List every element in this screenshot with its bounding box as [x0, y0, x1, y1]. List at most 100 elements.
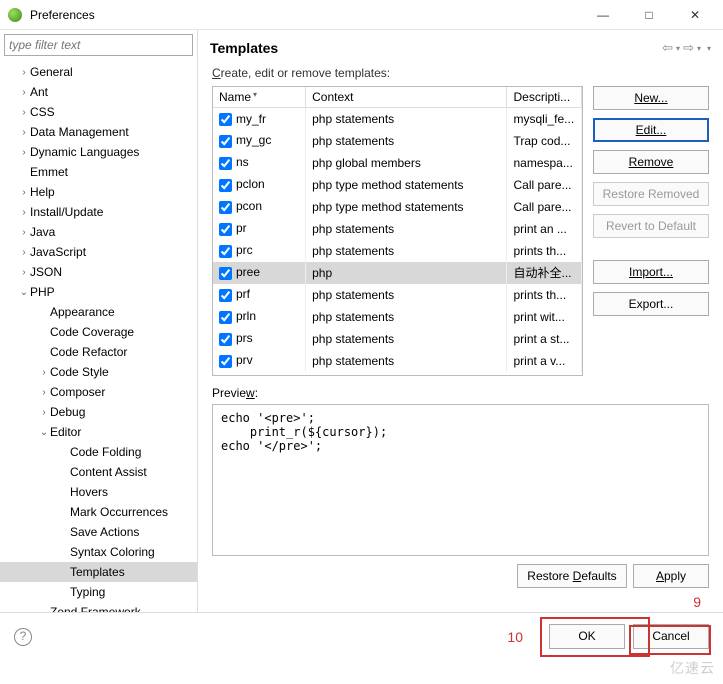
tree-label: General	[30, 65, 73, 79]
tree-label: PHP	[30, 285, 55, 299]
row-checkbox[interactable]	[219, 135, 232, 148]
cell-context: php statements	[306, 130, 507, 152]
minimize-icon[interactable]: —	[589, 8, 617, 22]
tree-item[interactable]: Typing	[0, 582, 197, 602]
tree-item[interactable]: ›Dynamic Languages	[0, 142, 197, 162]
filter-input[interactable]	[4, 34, 193, 56]
cell-desc: prints th...	[507, 284, 582, 306]
apply-button[interactable]: Apply	[633, 564, 709, 588]
tree-item[interactable]: ›Data Management	[0, 122, 197, 142]
row-checkbox[interactable]	[219, 289, 232, 302]
tree-item[interactable]: Code Refactor	[0, 342, 197, 362]
col-name[interactable]: Name▾	[213, 87, 306, 108]
col-context[interactable]: Context	[306, 87, 507, 108]
preferences-tree[interactable]: ›General›Ant›CSS›Data Management›Dynamic…	[0, 60, 197, 612]
tree-label: Code Style	[50, 365, 109, 379]
table-row[interactable]: prvphp statementsprint a v...	[213, 350, 582, 372]
row-checkbox[interactable]	[219, 223, 232, 236]
row-checkbox[interactable]	[219, 267, 232, 280]
tree-item[interactable]: ⌄Editor	[0, 422, 197, 442]
tree-item[interactable]: ›Code Style	[0, 362, 197, 382]
tree-item[interactable]: Hovers	[0, 482, 197, 502]
remove-button[interactable]: Remove	[593, 150, 709, 174]
col-desc[interactable]: Descripti...	[507, 87, 582, 108]
table-row[interactable]: nsphp global membersnamespa...	[213, 152, 582, 174]
cell-name: pree	[236, 265, 260, 279]
tree-item[interactable]: ›JavaScript	[0, 242, 197, 262]
close-icon[interactable]: ✕	[681, 8, 709, 22]
tree-item[interactable]: ›Help	[0, 182, 197, 202]
twisty-icon: ›	[18, 87, 30, 98]
row-checkbox[interactable]	[219, 201, 232, 214]
export-button[interactable]: Export...	[593, 292, 709, 316]
import-button[interactable]: Import...	[593, 260, 709, 284]
ok-button[interactable]: OK	[549, 624, 625, 649]
tree-label: Appearance	[50, 305, 115, 319]
table-row[interactable]: prcphp statementsprints th...	[213, 240, 582, 262]
table-row[interactable]: my_frphp statementsmysqli_fe...	[213, 108, 582, 130]
table-row[interactable]: prlnphp statementsprint wit...	[213, 306, 582, 328]
tree-item[interactable]: ›Ant	[0, 82, 197, 102]
table-row[interactable]: pclonphp type method statementsCall pare…	[213, 174, 582, 196]
tree-label: Code Coverage	[50, 325, 134, 339]
cell-name: my_fr	[236, 112, 266, 126]
cell-context: php type method statements	[306, 174, 507, 196]
row-checkbox[interactable]	[219, 157, 232, 170]
maximize-icon[interactable]: □	[635, 8, 663, 22]
tree-item[interactable]: ›General	[0, 62, 197, 82]
tree-item[interactable]: ›Install/Update	[0, 202, 197, 222]
new-button[interactable]: New...	[593, 86, 709, 110]
cancel-button[interactable]: Cancel	[633, 624, 709, 649]
table-row[interactable]: prfphp statementsprints th...	[213, 284, 582, 306]
table-row[interactable]: prsphp statementsprint a st...	[213, 328, 582, 350]
back-icon[interactable]: ⇦	[662, 40, 673, 56]
tree-label: Dynamic Languages	[30, 145, 139, 159]
twisty-icon: ›	[18, 127, 30, 138]
tree-item[interactable]: Save Actions	[0, 522, 197, 542]
cell-name: prv	[236, 353, 253, 367]
tree-item[interactable]: Templates	[0, 562, 197, 582]
app-icon	[8, 8, 22, 22]
edit-button[interactable]: Edit...	[593, 118, 709, 142]
tree-item[interactable]: Mark Occurrences	[0, 502, 197, 522]
cell-context: php	[306, 262, 507, 284]
row-checkbox[interactable]	[219, 113, 232, 126]
table-row[interactable]: pconphp type method statementsCall pare.…	[213, 196, 582, 218]
table-row[interactable]: prphp statementsprint an ...	[213, 218, 582, 240]
row-checkbox[interactable]	[219, 355, 232, 368]
cell-desc: prints th...	[507, 240, 582, 262]
menu-icon[interactable]: ▾	[707, 44, 711, 53]
tree-item[interactable]: ›Composer	[0, 382, 197, 402]
tree-label: Data Management	[30, 125, 129, 139]
forward-icon[interactable]: ⇨	[683, 40, 694, 56]
row-checkbox[interactable]	[219, 311, 232, 324]
row-checkbox[interactable]	[219, 245, 232, 258]
twisty-icon: ›	[18, 67, 30, 78]
tree-item[interactable]: ›JSON	[0, 262, 197, 282]
tree-label: Install/Update	[30, 205, 103, 219]
table-row[interactable]: my_gcphp statementsTrap cod...	[213, 130, 582, 152]
templates-table[interactable]: Name▾ Context Descripti... my_frphp stat…	[212, 86, 583, 376]
row-checkbox[interactable]	[219, 333, 232, 346]
section-label: Create, edit or remove templates:	[198, 66, 723, 80]
tree-item[interactable]: ›CSS	[0, 102, 197, 122]
tree-item[interactable]: ⌄PHP	[0, 282, 197, 302]
tree-item[interactable]: ›Debug	[0, 402, 197, 422]
tree-item[interactable]: Content Assist	[0, 462, 197, 482]
tree-item[interactable]: Code Coverage	[0, 322, 197, 342]
title-bar: Preferences — □ ✕	[0, 0, 723, 30]
restore-defaults-button[interactable]: Restore Defaults	[517, 564, 627, 588]
back-menu-icon[interactable]: ▾	[676, 44, 680, 53]
help-icon[interactable]: ?	[14, 628, 32, 646]
table-row[interactable]: preephp自动补全...	[213, 262, 582, 284]
tree-item[interactable]: ›Java	[0, 222, 197, 242]
twisty-icon: ›	[38, 367, 50, 378]
tree-item[interactable]: Zend Framework	[0, 602, 197, 612]
tree-item[interactable]: Code Folding	[0, 442, 197, 462]
tree-item[interactable]: Appearance	[0, 302, 197, 322]
forward-menu-icon[interactable]: ▾	[697, 44, 701, 53]
tree-item[interactable]: Emmet	[0, 162, 197, 182]
row-checkbox[interactable]	[219, 179, 232, 192]
tree-label: Syntax Coloring	[70, 545, 155, 559]
tree-item[interactable]: Syntax Coloring	[0, 542, 197, 562]
